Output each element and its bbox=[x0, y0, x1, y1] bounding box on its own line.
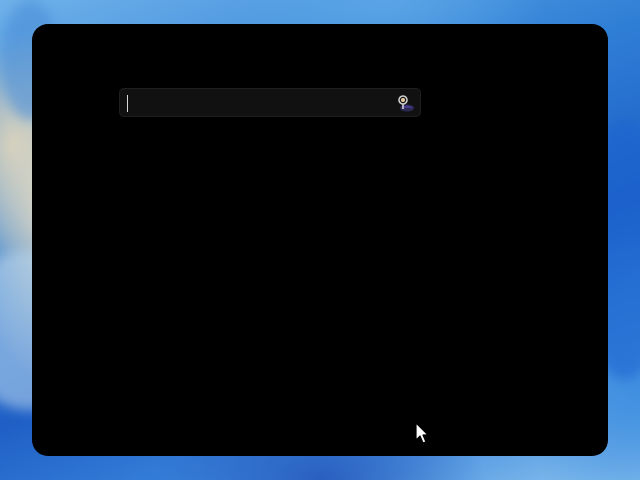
search-person-icon[interactable] bbox=[396, 93, 416, 113]
text-caret bbox=[127, 95, 128, 112]
search-bar[interactable] bbox=[119, 88, 421, 117]
arrow-cursor-icon bbox=[415, 422, 431, 446]
search-input[interactable] bbox=[126, 91, 392, 114]
app-window bbox=[32, 24, 608, 456]
desktop-wallpaper bbox=[0, 0, 640, 480]
